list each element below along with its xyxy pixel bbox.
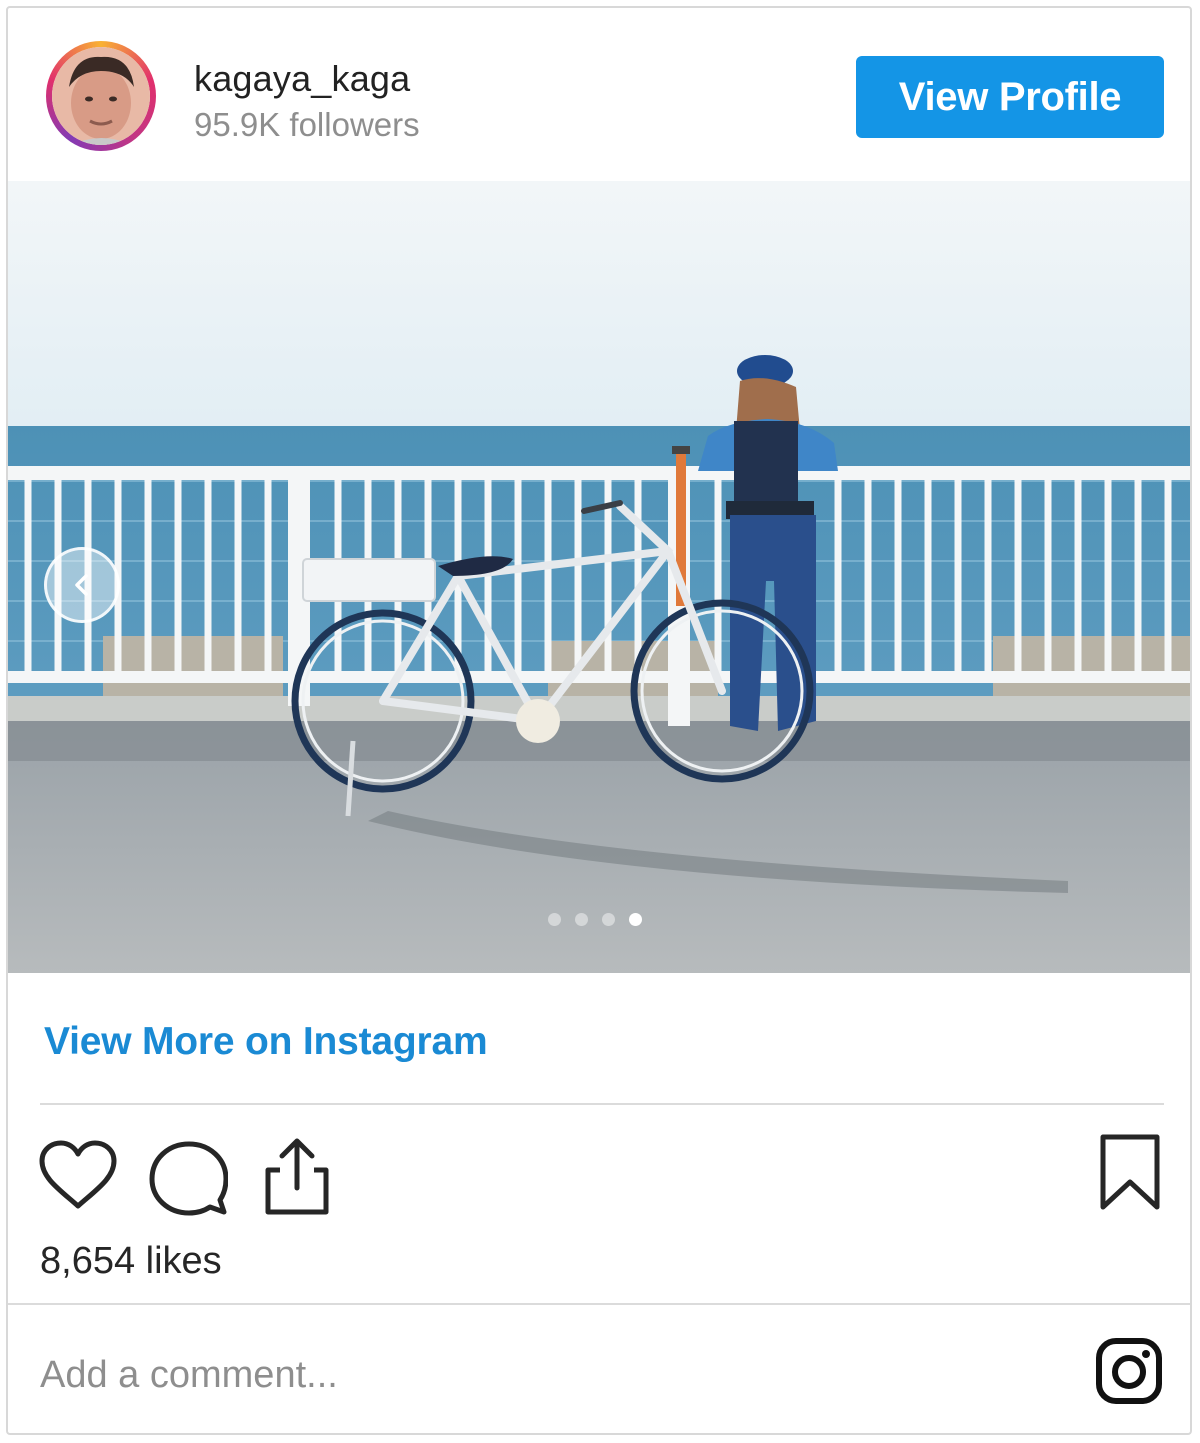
divider [40,1103,1164,1105]
share-icon [265,1138,329,1215]
carousel-dot-active [629,913,642,926]
bookmark-button[interactable] [1098,1132,1162,1217]
comment-button[interactable] [148,1140,229,1221]
view-more-link[interactable]: View More on Instagram [44,1020,488,1064]
carousel-dot [575,913,588,926]
carousel-dot [602,913,615,926]
like-count: 8,654 likes [40,1240,222,1282]
instagram-logo-link[interactable] [1094,1336,1164,1406]
carousel-indicator [548,913,642,926]
view-profile-button[interactable]: View Profile [856,56,1164,138]
divider [8,1303,1190,1305]
like-button[interactable] [38,1140,118,1217]
instagram-icon [1096,1338,1162,1404]
heart-icon [39,1140,117,1209]
comment-input[interactable]: Add a comment... [40,1354,338,1397]
chevron-left-icon [75,574,88,596]
post-image[interactable] [8,181,1190,973]
instagram-embed-card: kagaya_kaga 95.9K followers View Profile [6,6,1192,1435]
username[interactable]: kagaya_kaga [194,58,410,100]
post-header: kagaya_kaga 95.9K followers View Profile [8,8,1190,183]
action-bar [8,1128,1190,1228]
share-button[interactable] [262,1136,332,1221]
bookmark-icon [1100,1134,1160,1210]
avatar[interactable] [46,41,156,151]
avatar-image [52,47,150,145]
previous-slide-button[interactable] [44,547,120,623]
carousel-dot [548,913,561,926]
follower-count: 95.9K followers [194,106,420,143]
comment-icon [149,1141,229,1216]
